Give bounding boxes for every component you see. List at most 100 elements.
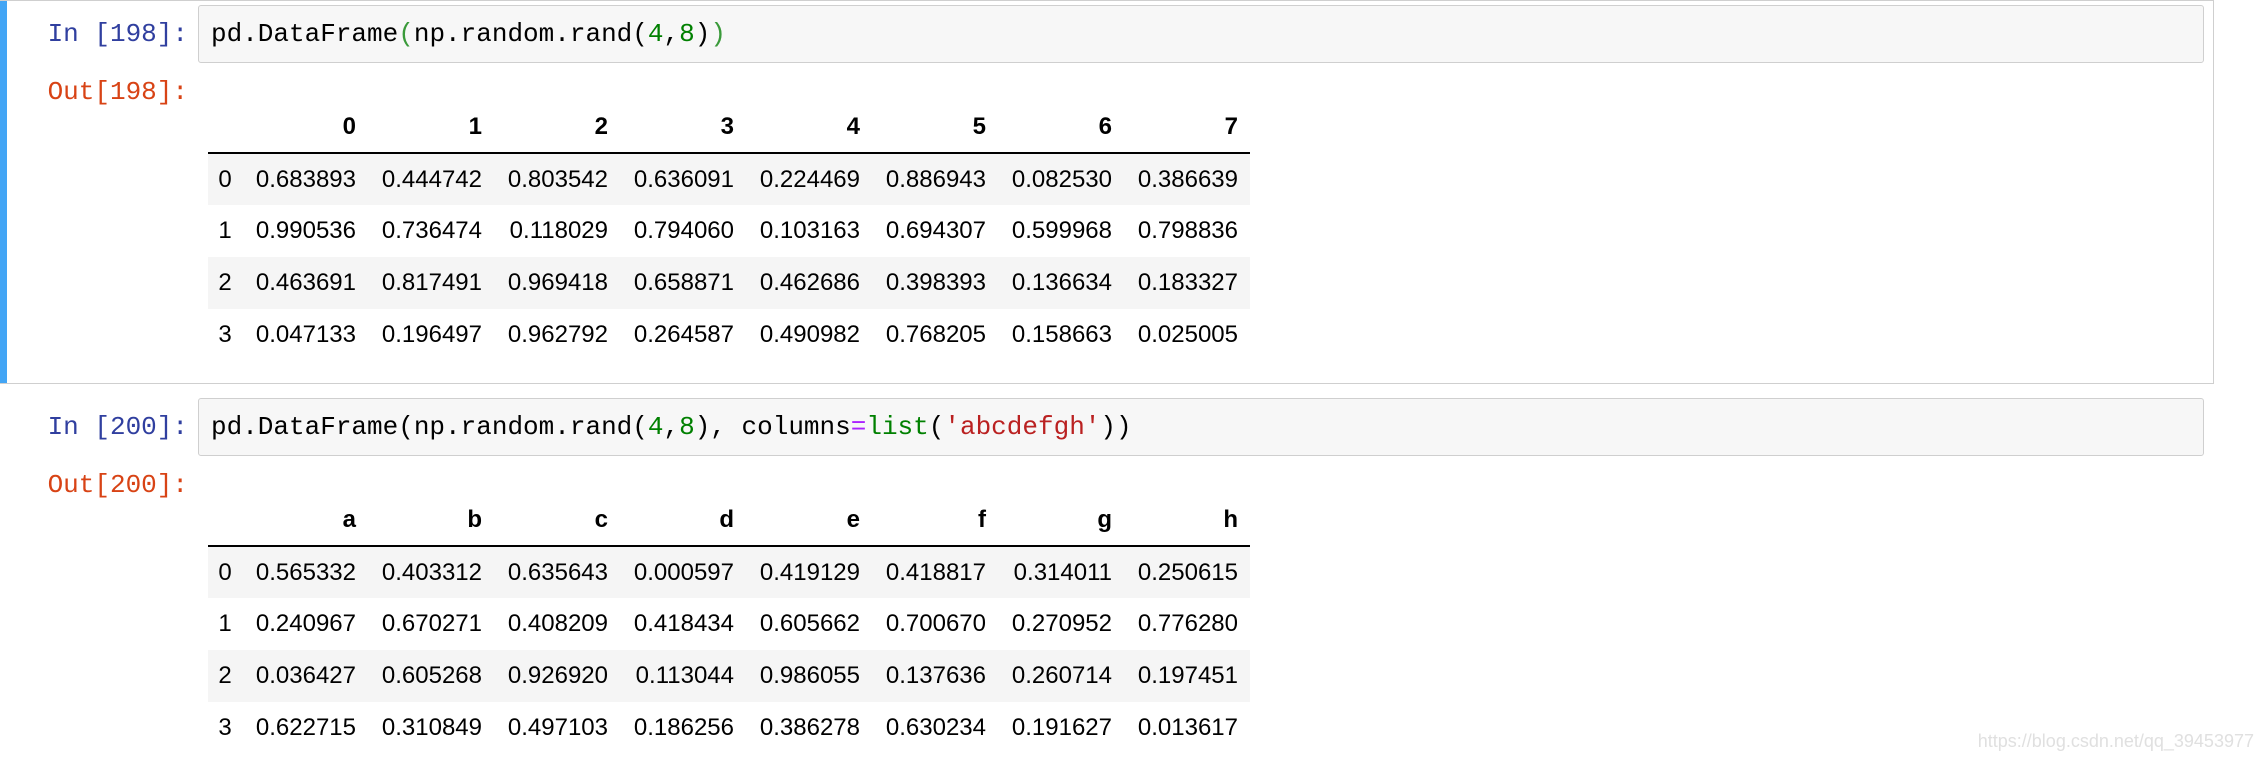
watermark: https://blog.csdn.net/qq_39453977 — [1977, 731, 2254, 751]
table-cell: 0.630234 — [885, 714, 986, 741]
table-cell: 0.444742 — [381, 165, 482, 193]
notebook-cell-198[interactable]: In [198]: pd.DataFrame(np.random.rand(4,… — [0, 0, 2214, 384]
code-token: ) — [710, 19, 726, 49]
out-prompt: Out[200]: — [47, 470, 188, 500]
code-number: 8 — [679, 19, 695, 49]
table-cell: 0.962792 — [507, 321, 608, 348]
table-row: 3 0.622715 0.310849 0.497103 0.186256 0.… — [208, 702, 1250, 754]
table-cell: 0.403312 — [381, 558, 482, 586]
row-index: 1 — [218, 610, 232, 637]
table-cell: 0.250615 — [1137, 558, 1238, 586]
column-header: 5 — [872, 101, 998, 154]
table-cell: 0.025005 — [1137, 321, 1238, 348]
table-cell: 0.186256 — [633, 714, 734, 741]
code-operator: = — [850, 412, 867, 442]
column-header: h — [1124, 494, 1250, 547]
code-string: 'abcdefgh' — [944, 412, 1101, 442]
table-cell: 0.183327 — [1137, 269, 1238, 296]
table-header-row: a b c d e f g h — [208, 494, 1250, 547]
table-row: 0 0.565332 0.403312 0.635643 0.000597 0.… — [208, 546, 1250, 598]
code-token: ) — [694, 19, 711, 49]
table-cell: 0.398393 — [885, 269, 986, 296]
code-number: 4 — [647, 412, 664, 442]
table-cell: 0.605662 — [759, 610, 860, 637]
table-cell: 0.926920 — [507, 662, 608, 689]
column-header: d — [620, 494, 746, 547]
table-cell: 0.700670 — [885, 610, 986, 637]
column-header: 4 — [746, 101, 872, 154]
table-cell: 0.264587 — [633, 321, 734, 348]
code-number: 8 — [679, 412, 695, 442]
table-cell: 0.386639 — [1137, 165, 1238, 193]
table-cell: 0.047133 — [255, 321, 356, 348]
table-cell: 0.260714 — [1011, 662, 1112, 689]
table-cell: 0.635643 — [507, 558, 608, 586]
table-cell: 0.118029 — [509, 217, 608, 244]
table-cell: 0.463691 — [255, 269, 356, 296]
table-cell: 0.036427 — [255, 662, 356, 689]
code-builtin: list — [866, 412, 929, 442]
table-cell: 0.082530 — [1011, 165, 1112, 193]
code-keyword-arg: columns — [741, 412, 851, 442]
table-cell: 0.658871 — [633, 269, 734, 296]
column-header: 1 — [368, 101, 494, 154]
code-token: ( — [928, 412, 945, 442]
column-header: 7 — [1124, 101, 1250, 154]
cell-selection-bar — [0, 1, 7, 383]
column-header: f — [872, 494, 998, 547]
table-cell: 0.137636 — [885, 662, 986, 689]
out-prompt: Out[198]: — [47, 77, 188, 107]
notebook-cell-200[interactable]: In [200]: pd.DataFrame(np.random.rand(4,… — [0, 392, 2214, 762]
table-cell: 0.986055 — [759, 662, 860, 689]
code-token: )) — [1100, 412, 1132, 442]
row-index: 3 — [218, 321, 232, 348]
table-cell: 0.196497 — [381, 321, 482, 348]
code-number: 4 — [647, 19, 664, 49]
table-cell: 0.462686 — [759, 269, 860, 296]
code-token: , — [663, 19, 680, 49]
table-cell: 0.622715 — [255, 714, 356, 741]
table-cell: 0.158663 — [1011, 321, 1112, 348]
index-header — [208, 101, 242, 154]
column-header: e — [746, 494, 872, 547]
table-cell: 0.794060 — [633, 217, 734, 244]
in-prompt: In [200]: — [47, 412, 188, 442]
table-cell: 0.191627 — [1011, 714, 1112, 741]
table-cell: 0.803542 — [507, 165, 608, 193]
table-cell: 0.768205 — [885, 321, 986, 348]
dataframe-output: 0 1 2 3 4 5 6 7 0 0.683893 0.444742 0.80… — [208, 101, 1250, 361]
table-cell: 0.817491 — [381, 269, 482, 296]
table-cell: 0.636091 — [633, 165, 734, 193]
table-cell: 0.000597 — [633, 558, 734, 586]
table-row: 1 0.990536 0.736474 0.118029 0.794060 0.… — [208, 205, 1250, 257]
table-cell: 0.490982 — [759, 321, 860, 348]
code-input[interactable]: pd.DataFrame(np.random.rand(4,8), column… — [198, 398, 2204, 456]
table-cell: 0.599968 — [1011, 217, 1112, 244]
row-index: 0 — [218, 165, 232, 193]
table-cell: 0.736474 — [381, 217, 482, 244]
code-token: pd.DataFrame(np.random.rand( — [211, 412, 648, 442]
table-cell: 0.113044 — [635, 662, 734, 689]
index-header — [208, 494, 242, 547]
code-input[interactable]: pd.DataFrame(np.random.rand(4,8)) — [198, 5, 2204, 63]
table-cell: 0.013617 — [1137, 714, 1238, 741]
table-row: 0 0.683893 0.444742 0.803542 0.636091 0.… — [208, 153, 1250, 205]
code-token: ), — [694, 412, 742, 442]
row-index: 2 — [218, 662, 232, 689]
in-prompt: In [198]: — [47, 19, 188, 49]
table-cell: 0.314011 — [1013, 558, 1112, 586]
column-header: g — [998, 494, 1124, 547]
code-token: ( — [398, 19, 414, 49]
code-token: np.random.rand( — [413, 19, 648, 49]
dataframe-output: a b c d e f g h 0 0.565332 0.403312 0.63… — [208, 494, 1250, 754]
table-cell: 0.683893 — [255, 165, 356, 193]
row-index: 1 — [218, 217, 232, 244]
table-cell: 0.197451 — [1137, 662, 1238, 689]
table-cell: 0.565332 — [255, 558, 356, 586]
table-cell: 0.497103 — [507, 714, 608, 741]
table-cell: 0.990536 — [255, 217, 356, 244]
row-index: 0 — [218, 558, 232, 586]
table-header-row: 0 1 2 3 4 5 6 7 — [208, 101, 1250, 154]
column-header: b — [368, 494, 494, 547]
table-cell: 0.886943 — [885, 165, 986, 193]
